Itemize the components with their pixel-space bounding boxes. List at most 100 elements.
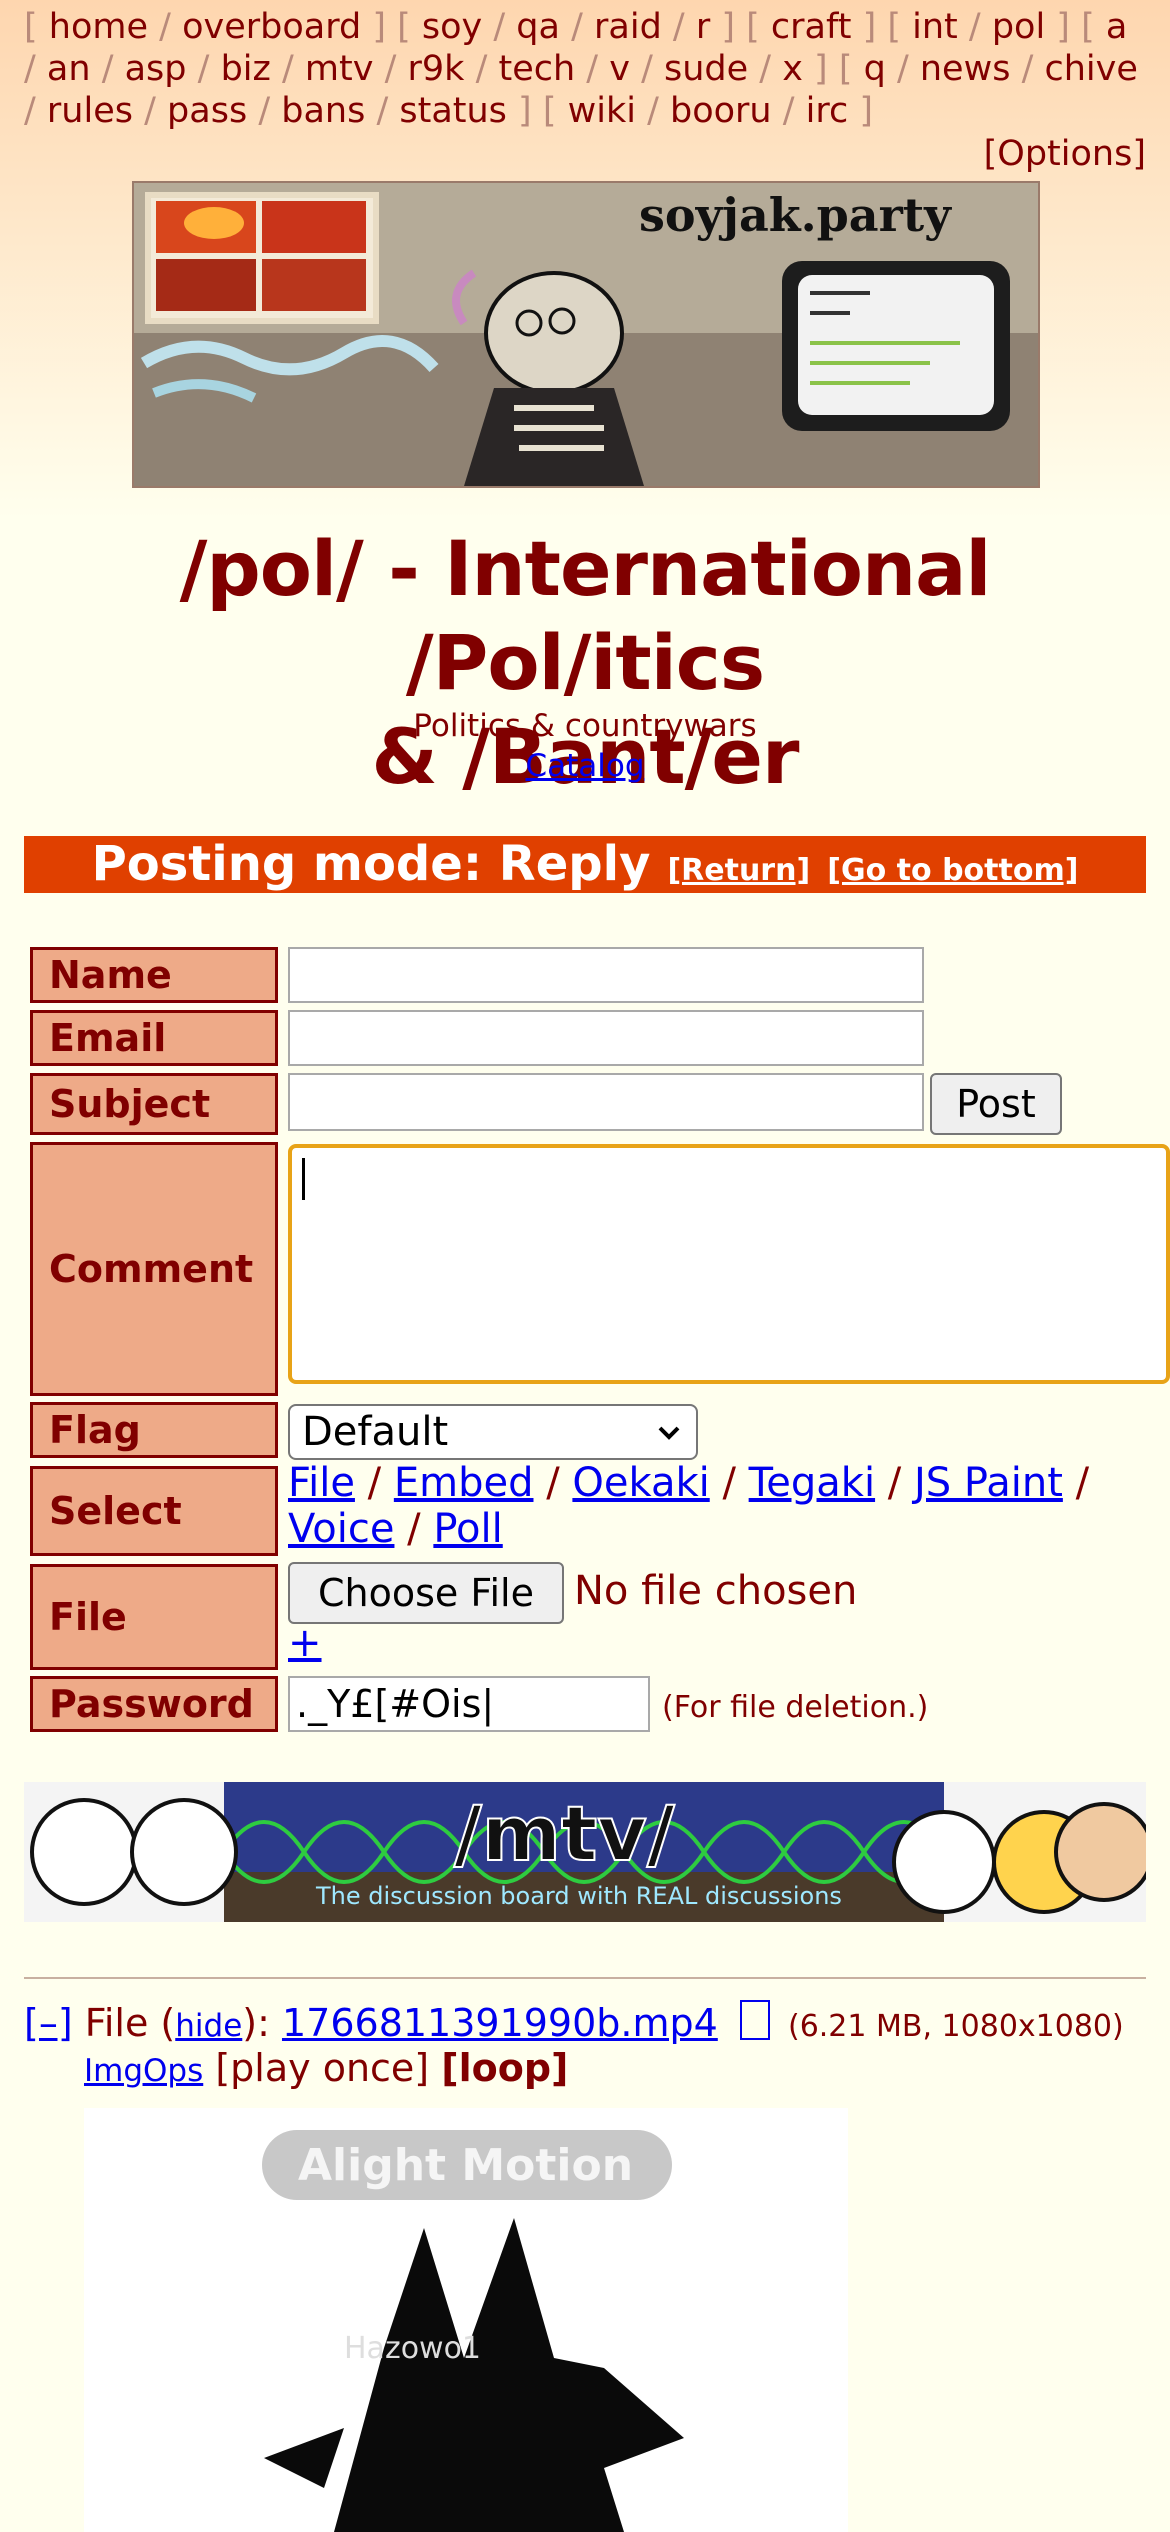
slash-separator: / — [1010, 49, 1045, 89]
mtv-banner[interactable]: /mtv/ The discussion board with REAL dis… — [24, 1782, 1146, 1922]
board-link-status[interactable]: status — [399, 91, 507, 131]
select-jspaint-link[interactable]: JS Paint — [914, 1460, 1063, 1506]
email-label: Email — [30, 1010, 278, 1066]
board-link-r[interactable]: r — [696, 7, 710, 47]
slash-separator: / — [957, 7, 992, 47]
bracket-close: ] — [1045, 7, 1082, 47]
bracket-open: [ — [838, 49, 864, 89]
board-link-craft[interactable]: craft — [771, 7, 852, 47]
board-link-asp[interactable]: asp — [125, 49, 187, 89]
slash-separator: / — [148, 7, 183, 47]
board-link-overboard[interactable]: overboard — [182, 7, 361, 47]
subject-field[interactable] — [288, 1073, 924, 1131]
banner-image: soyjak.party — [134, 183, 1038, 486]
board-link-bans[interactable]: bans — [281, 91, 365, 131]
bracket-open: [ — [24, 7, 49, 47]
post-file-info: [–] File (hide): 1766811391990b.mp4 (6.2… — [24, 2000, 1124, 2045]
imgops-link[interactable]: ImgOps — [84, 2053, 203, 2089]
board-link-tech[interactable]: tech — [498, 49, 575, 89]
text-caret — [302, 1158, 305, 1200]
password-label: Password — [30, 1676, 278, 1732]
slash-separator: / — [771, 91, 806, 131]
select-oekaki-link[interactable]: Oekaki — [572, 1460, 709, 1506]
board-link-q[interactable]: q — [864, 49, 886, 89]
board-link-rules[interactable]: rules — [47, 91, 133, 131]
slash-separator: / — [373, 49, 408, 89]
site-banner[interactable]: soyjak.party — [132, 181, 1040, 488]
board-link-soy[interactable]: soy — [422, 7, 482, 47]
select-file-link[interactable]: File — [288, 1460, 355, 1506]
choose-file-button[interactable]: Choose File — [288, 1562, 564, 1624]
board-link-news[interactable]: news — [920, 49, 1011, 89]
board-link-pass[interactable]: pass — [167, 91, 247, 131]
board-link-irc[interactable]: irc — [806, 91, 849, 131]
board-link-chive[interactable]: chive — [1045, 49, 1138, 89]
loop-link[interactable]: [loop] — [441, 2046, 568, 2090]
board-link-pol[interactable]: pol — [992, 7, 1045, 47]
watermark-text: Alight Motion — [298, 2140, 633, 2191]
chevron-down-icon — [658, 1426, 680, 1440]
slash-separator: / — [885, 49, 920, 89]
file-actions: ImgOps [play once] [loop] — [84, 2046, 568, 2090]
video-thumbnail[interactable]: Alight Motion Hazowo1 — [84, 2108, 848, 2532]
board-link-an[interactable]: an — [47, 49, 91, 89]
board-link-qa[interactable]: qa — [516, 7, 560, 47]
board-link-wiki[interactable]: wiki — [568, 91, 636, 131]
post-button[interactable]: Post — [930, 1073, 1062, 1135]
play-once-link[interactable]: [play once] — [215, 2046, 429, 2090]
slash-separator: / — [365, 91, 400, 131]
board-link-x[interactable]: x — [782, 49, 803, 89]
file-name-link[interactable]: 1766811391990b.mp4 — [282, 2001, 718, 2045]
select-poll-link[interactable]: Poll — [433, 1506, 502, 1552]
password-field[interactable]: ._Y£[#Ois| — [288, 1676, 650, 1732]
collapse-post-link[interactable]: [–] — [24, 2001, 73, 2045]
mtv-banner-image: /mtv/ The discussion board with REAL dis… — [24, 1782, 1146, 1922]
select-label: Select — [30, 1466, 278, 1556]
slash-separator: / — [635, 91, 670, 131]
slash-separator: / — [90, 49, 125, 89]
return-link[interactable]: [Return] — [667, 853, 810, 888]
comment-field[interactable] — [288, 1144, 1170, 1384]
credit-text: Hazowo1 — [344, 2331, 481, 2366]
catalog-link[interactable]: Catalog — [525, 748, 644, 784]
board-link-biz[interactable]: biz — [221, 49, 271, 89]
bracket-close: ] — [802, 49, 839, 89]
select-tegaki-link[interactable]: Tegaki — [749, 1460, 875, 1506]
bracket-close: ] — [848, 91, 874, 131]
flag-label: Flag — [30, 1402, 278, 1458]
bracket-open: [ — [746, 7, 771, 47]
name-field[interactable] — [288, 947, 924, 1003]
download-icon[interactable] — [739, 2000, 770, 2040]
slash-separator: / — [661, 7, 696, 47]
board-link-mtv[interactable]: mtv — [305, 49, 374, 89]
posting-mode-label: Posting mode: Reply — [91, 836, 651, 892]
slash-separator: / — [629, 49, 664, 89]
mtv-title-text: /mtv/ — [454, 1789, 675, 1878]
board-link-int[interactable]: int — [912, 7, 958, 47]
board-link-a[interactable]: a — [1106, 7, 1127, 47]
thumbnail-image: Alight Motion Hazowo1 — [84, 2108, 848, 2532]
board-link-sude[interactable]: sude — [664, 49, 748, 89]
email-field[interactable] — [288, 1010, 924, 1066]
board-link-r9k[interactable]: r9k — [408, 49, 465, 89]
mtv-tagline-text: The discussion board with REAL discussio… — [315, 1882, 842, 1910]
slash-separator: / — [186, 49, 221, 89]
select-embed-link[interactable]: Embed — [394, 1460, 534, 1506]
file-prefix: File ( — [84, 2001, 176, 2045]
go-to-bottom-link[interactable]: [Go to bottom] — [827, 853, 1078, 888]
hide-file-link[interactable]: hide — [175, 2008, 242, 2044]
slash-separator: / — [559, 7, 595, 47]
no-file-status: No file chosen — [574, 1568, 858, 1614]
bracket-open: [ — [397, 7, 422, 47]
select-voice-link[interactable]: Voice — [288, 1506, 394, 1552]
board-link-v[interactable]: v — [609, 49, 630, 89]
file-mid: ): — [242, 2001, 282, 2045]
name-label: Name — [30, 947, 278, 1003]
flag-select[interactable]: Default — [288, 1404, 698, 1460]
board-subtitle: Politics & countrywars — [413, 708, 757, 744]
board-link-raid[interactable]: raid — [594, 7, 662, 47]
options-link[interactable]: [Options] — [984, 134, 1146, 174]
add-file-link[interactable]: + — [288, 1620, 322, 1666]
board-link-booru[interactable]: booru — [670, 91, 772, 131]
board-link-home[interactable]: home — [49, 7, 148, 47]
